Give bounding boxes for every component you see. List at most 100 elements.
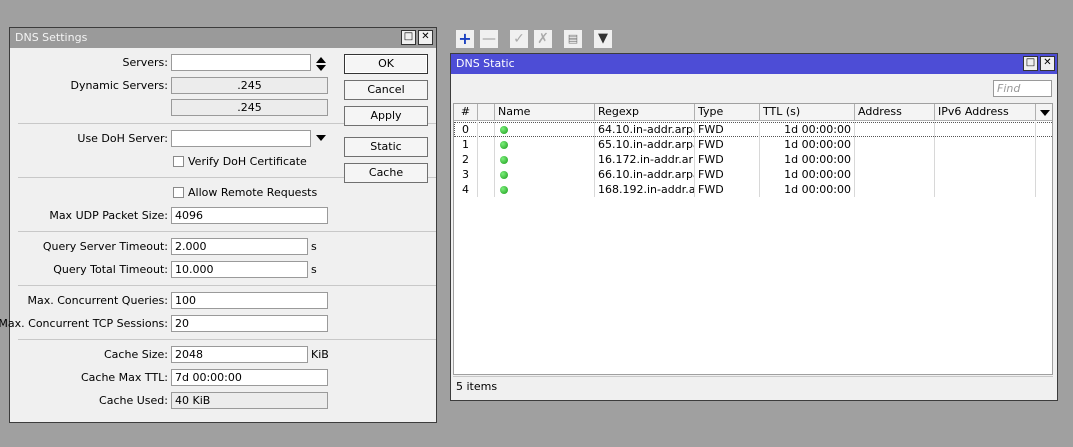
use-doh-server-label: Use DoH Server: [77, 132, 168, 145]
enable-icon[interactable]: ✓ [509, 29, 529, 49]
cell-address [855, 152, 935, 167]
disable-icon[interactable]: ✗ [533, 29, 553, 49]
maximize-icon[interactable]: □ [1023, 56, 1038, 71]
maximize-icon[interactable]: □ [401, 30, 416, 45]
column-header-ttl[interactable]: TTL (s) [760, 104, 855, 121]
cell-ipv6 [935, 152, 1036, 167]
separator [18, 339, 436, 340]
cell-flag [478, 152, 495, 167]
cell-flag [478, 137, 495, 152]
separator [18, 285, 436, 286]
ok-button[interactable]: OK [344, 54, 428, 74]
enabled-status-icon [500, 126, 508, 134]
cell-type: FWD [695, 122, 760, 137]
cell-num: 1 [454, 137, 478, 152]
cell-ipv6 [935, 182, 1036, 197]
query-total-timeout-input[interactable]: 10.000 [171, 261, 308, 278]
static-button[interactable]: Static [344, 137, 428, 157]
column-header-name[interactable]: Name [495, 104, 595, 121]
comment-icon[interactable]: ▤ [563, 29, 583, 49]
enabled-status-icon [500, 141, 508, 149]
max-udp-input[interactable]: 4096 [171, 207, 328, 224]
cell-num: 3 [454, 167, 478, 182]
query-total-timeout-label: Query Total Timeout: [53, 263, 168, 276]
dns-settings-title: DNS Settings [15, 31, 88, 44]
filter-icon[interactable]: ▼ [593, 29, 613, 49]
cell-regexp: 168.192.in-addr.ar... [595, 182, 695, 197]
status-bar: 5 items [453, 376, 1053, 396]
cache-used-value: 40 KiB [171, 392, 328, 409]
cell-name [495, 182, 595, 197]
dynamic-server-1: .245 [171, 77, 328, 94]
cell-num: 0 [454, 122, 478, 137]
dynamic-servers-label: Dynamic Servers: [70, 79, 168, 92]
dns-static-title: DNS Static [456, 57, 515, 70]
cell-type: FWD [695, 167, 760, 182]
table-row[interactable]: 2 16.172.in-addr.arpaFWD1d 00:00:00 [454, 152, 1052, 167]
close-icon[interactable]: ✕ [1040, 56, 1055, 71]
cell-flag [478, 122, 495, 137]
cell-ttl: 1d 00:00:00 [760, 137, 855, 152]
cell-flag [478, 182, 495, 197]
column-header-flag[interactable] [478, 104, 495, 121]
table-row[interactable]: 0 64.10.in-addr.arpa FWD 1d 00:00:00 [454, 122, 1052, 137]
cache-size-input[interactable]: 2048 [171, 346, 308, 363]
add-icon[interactable]: + [455, 29, 475, 49]
cell-ttl: 1d 00:00:00 [760, 122, 855, 137]
servers-up-icon[interactable] [316, 57, 326, 63]
apply-button[interactable]: Apply [344, 106, 428, 126]
column-header-num[interactable]: # [454, 104, 478, 121]
cell-ipv6 [935, 122, 1036, 137]
seconds-unit: s [311, 240, 317, 253]
dynamic-server-2: .245 [171, 99, 328, 116]
columns-menu[interactable] [1036, 104, 1052, 121]
cell-name [495, 122, 595, 137]
doh-server-select[interactable] [171, 130, 311, 147]
query-server-timeout-label: Query Server Timeout: [42, 240, 168, 253]
cancel-button[interactable]: Cancel [344, 80, 428, 100]
find-input[interactable]: Find [993, 80, 1052, 97]
cell-num: 4 [454, 182, 478, 197]
allow-remote-label: Allow Remote Requests [188, 186, 318, 199]
cell-ipv6 [935, 137, 1036, 152]
allow-remote-checkbox[interactable] [173, 187, 184, 198]
column-header-regexp[interactable]: Regexp [595, 104, 695, 121]
enabled-status-icon [500, 156, 508, 164]
column-header-address[interactable]: Address [855, 104, 935, 121]
cell-ttl: 1d 00:00:00 [760, 152, 855, 167]
dns-settings-titlebar[interactable]: DNS Settings □ ✕ [10, 28, 436, 48]
query-server-timeout-input[interactable]: 2.000 [171, 238, 308, 255]
dns-static-titlebar[interactable]: DNS Static □ ✕ [451, 54, 1057, 74]
cache-max-ttl-input[interactable]: 7d 00:00:00 [171, 369, 328, 386]
max-concurrent-queries-input[interactable]: 100 [171, 292, 328, 309]
servers-input[interactable] [171, 54, 311, 71]
verify-doh-checkbox[interactable] [173, 156, 184, 167]
column-header-ipv6[interactable]: IPv6 Address [935, 104, 1036, 121]
table-row[interactable]: 3 66.10.in-addr.arpa FWD 1d 00:00:00 [454, 167, 1052, 182]
table-row[interactable]: 1 65.10.in-addr.arpa FWD 1d 00:00:00 [454, 137, 1052, 152]
cache-button[interactable]: Cache [344, 163, 428, 183]
servers-label: Servers: [122, 56, 168, 69]
separator [18, 231, 436, 232]
max-udp-label: Max UDP Packet Size: [49, 209, 168, 222]
max-concurrent-tcp-input[interactable]: 20 [171, 315, 328, 332]
cell-regexp: 66.10.in-addr.arpa [595, 167, 695, 182]
cell-address [855, 137, 935, 152]
cell-ttl: 1d 00:00:00 [760, 182, 855, 197]
table-row[interactable]: 4 168.192.in-addr.ar...FWD1d 00:00:00 [454, 182, 1052, 197]
servers-down-icon[interactable] [316, 65, 326, 71]
find-placeholder: Find [997, 82, 1021, 95]
cache-used-label: Cache Used: [99, 394, 168, 407]
enabled-status-icon [500, 186, 508, 194]
doh-dropdown-icon[interactable] [316, 135, 326, 141]
kib-unit: KiB [311, 348, 329, 361]
cell-name [495, 167, 595, 182]
cell-address [855, 182, 935, 197]
cell-regexp: 64.10.in-addr.arpa [595, 122, 695, 137]
column-header-type[interactable]: Type [695, 104, 760, 121]
remove-icon[interactable]: — [479, 29, 499, 49]
columns-menu-icon [1040, 110, 1050, 116]
enabled-status-icon [500, 171, 508, 179]
close-icon[interactable]: ✕ [418, 30, 433, 45]
cell-name [495, 137, 595, 152]
